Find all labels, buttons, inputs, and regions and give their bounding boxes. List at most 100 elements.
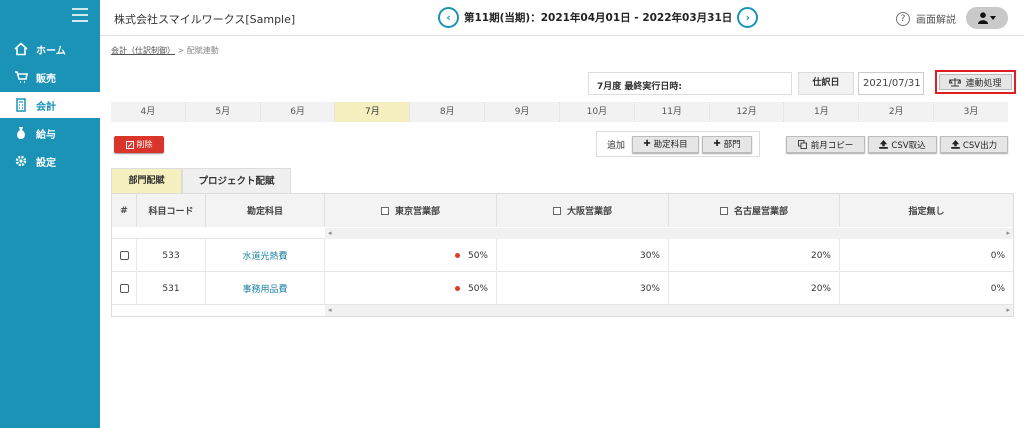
fiscal-period: ‹ 第11期(当期)：2021年04月01日 - 2022年03月31日 ›	[438, 7, 759, 28]
column-checkbox[interactable]	[719, 206, 728, 215]
csv-export-label: CSV出力	[962, 140, 998, 151]
header-osaka-label: 大阪営業部	[566, 207, 612, 217]
csv-export-button[interactable]: CSV出力	[940, 136, 1008, 153]
delete-button[interactable]: 削除	[114, 136, 164, 153]
slip-date-input[interactable]: 2021/07/31	[858, 72, 924, 95]
scroll-right-icon[interactable]: ▸	[1006, 306, 1010, 314]
money-bag-icon	[14, 126, 28, 140]
cell-osaka[interactable]: 30%	[497, 272, 669, 305]
link-process-button[interactable]: 連動処理	[935, 70, 1016, 94]
scale-icon	[949, 78, 962, 87]
month-tab-active[interactable]: 7月	[335, 102, 411, 122]
next-period-button[interactable]: ›	[737, 7, 759, 28]
status-dot-icon	[454, 253, 460, 258]
delete-label: 削除	[136, 140, 153, 149]
scroll-right-icon[interactable]: ▸	[1006, 229, 1010, 237]
month-tab[interactable]: 11月	[635, 102, 710, 122]
spacer-row	[112, 227, 325, 239]
cell-code: 533	[137, 239, 206, 272]
sidebar-item-label: 販売	[36, 73, 56, 85]
column-checkbox[interactable]	[552, 206, 561, 215]
sidebar-item-label: 給与	[36, 129, 56, 141]
menu-icon[interactable]	[72, 8, 88, 22]
table-row: 533 水道光熱費 50% 30% 20% 0%	[112, 239, 1013, 272]
breadcrumb-parent[interactable]: 会計（仕訳制御）	[111, 46, 175, 55]
csv-import-button[interactable]: CSV取込	[868, 136, 937, 153]
period-text: 第11期(当期)：2021年04月01日 - 2022年03月31日	[464, 12, 733, 24]
row-checkbox[interactable]	[119, 251, 129, 260]
plus-icon: ✚	[713, 139, 721, 149]
status-dot-icon	[454, 286, 460, 291]
month-tab[interactable]: 6月	[261, 102, 336, 122]
month-tabs: 4月 5月 6月 7月 8月 9月 10月 11月 12月 1月 2月 3月	[111, 102, 1008, 122]
month-tab[interactable]: 12月	[710, 102, 785, 122]
header-hash: #	[112, 194, 137, 227]
header-nagoya[interactable]: 名古屋営業部	[669, 194, 840, 227]
company-name: 株式会社スマイルワークス[Sample]	[114, 13, 296, 26]
cell-nagoya[interactable]: 20%	[669, 272, 840, 305]
header-nagoya-label: 名古屋営業部	[733, 207, 788, 217]
help-link[interactable]: ? 画面解説	[896, 11, 956, 26]
add-group: 追加 ✚ 勘定科目 ✚ 部門	[596, 131, 760, 157]
sidebar-item-label: 会計	[36, 101, 56, 113]
cell-tokyo-value: 50%	[467, 250, 488, 261]
sidebar-item-home[interactable]: ホーム	[0, 36, 100, 62]
user-menu-button[interactable]	[966, 7, 1008, 29]
column-checkbox[interactable]	[380, 206, 389, 215]
cell-code: 531	[137, 272, 206, 305]
last-run-label: 7月度 最終実行日時:	[588, 72, 792, 95]
cell-none[interactable]: 0%	[840, 272, 1013, 305]
header-account: 勘定科目	[206, 194, 325, 227]
allocation-table: # 科目コード 勘定科目 東京営業部 大阪営業部 名古屋営業部 指定無し ◂ ▸…	[111, 193, 1014, 317]
month-tab[interactable]: 5月	[186, 102, 261, 122]
prev-period-button[interactable]: ‹	[438, 7, 459, 28]
month-tab[interactable]: 10月	[560, 102, 635, 122]
add-dept-button[interactable]: ✚ 部門	[702, 135, 753, 153]
month-tab[interactable]: 2月	[859, 102, 935, 122]
month-tab[interactable]: 1月	[784, 102, 860, 122]
sidebar-item-payroll[interactable]: 給与	[0, 120, 100, 146]
cell-tokyo[interactable]: 50%	[325, 272, 497, 305]
horizontal-scrollbar-top[interactable]: ◂ ▸	[325, 228, 1013, 239]
row-checkbox[interactable]	[119, 284, 129, 293]
month-tab[interactable]: 3月	[934, 102, 1008, 122]
help-label: 画面解説	[916, 15, 956, 26]
account-link[interactable]: 事務用品費	[242, 282, 287, 295]
horizontal-scrollbar-bottom[interactable]: ◂ ▸	[325, 305, 1013, 316]
plus-icon: ✚	[643, 139, 651, 149]
sidebar-item-accounting[interactable]: 会計	[0, 92, 100, 118]
home-icon	[14, 42, 28, 56]
breadcrumb-separator: >	[177, 46, 185, 55]
cell-osaka[interactable]: 30%	[497, 239, 669, 272]
copy-prev-month-label: 前月コピー	[810, 140, 854, 151]
header-none: 指定無し	[840, 194, 1013, 227]
copy-prev-month-button[interactable]: 前月コピー	[786, 136, 865, 153]
chevron-right-icon: ›	[745, 11, 751, 24]
copy-icon	[797, 140, 807, 149]
breadcrumb: 会計（仕訳制御） > 配賦連動	[111, 45, 219, 56]
add-account-button[interactable]: ✚ 勘定科目	[632, 135, 700, 153]
download-icon	[951, 140, 960, 149]
breadcrumb-current: 配賦連動	[186, 46, 219, 55]
month-tab[interactable]: 9月	[485, 102, 560, 122]
header-osaka[interactable]: 大阪営業部	[497, 194, 669, 227]
table-row: 531 事務用品費 50% 30% 20% 0%	[112, 272, 1013, 305]
account-link[interactable]: 水道光熱費	[242, 249, 287, 262]
scroll-left-icon[interactable]: ◂	[328, 306, 332, 314]
cell-nagoya[interactable]: 20%	[669, 239, 840, 272]
cell-tokyo[interactable]: 50%	[325, 239, 497, 272]
scroll-left-icon[interactable]: ◂	[328, 229, 332, 237]
cart-icon	[14, 70, 28, 84]
tab-project-allocation[interactable]: プロジェクト配賦	[182, 168, 291, 193]
edit-icon	[125, 140, 134, 149]
row-select	[112, 239, 137, 272]
csv-import-label: CSV取込	[891, 140, 926, 151]
sidebar-item-settings[interactable]: 設定	[0, 148, 100, 174]
cell-none[interactable]: 0%	[840, 239, 1013, 272]
month-tab[interactable]: 8月	[410, 102, 486, 122]
month-tab[interactable]: 4月	[111, 102, 186, 122]
sidebar: ホーム 販売 会計 給与 設定	[0, 0, 100, 428]
header-tokyo[interactable]: 東京営業部	[325, 194, 497, 227]
tab-department-allocation[interactable]: 部門配賦	[111, 168, 182, 193]
sidebar-item-sales[interactable]: 販売	[0, 64, 100, 90]
